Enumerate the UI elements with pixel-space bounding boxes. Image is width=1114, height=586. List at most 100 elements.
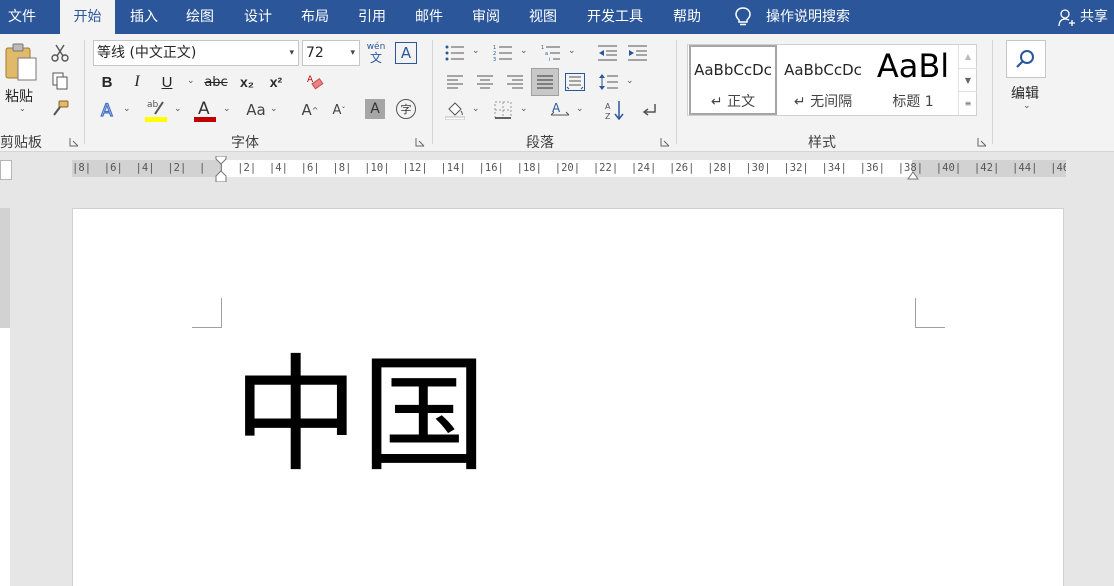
line-spacing-button[interactable] [597,70,621,94]
scroll-down-icon[interactable]: ▼ [959,68,977,91]
tab-selector[interactable] [0,160,12,180]
shrink-font-button[interactable]: Aˇ [328,98,350,122]
font-color-button[interactable]: A [193,96,217,124]
align-left-button[interactable] [443,70,467,94]
bold-button[interactable]: B [96,70,118,94]
font-name-combo[interactable]: 等线 (中文正文) ▾ [93,40,299,66]
document-body-text[interactable]: 中国 [233,341,489,491]
shading-button[interactable] [443,98,467,122]
decrease-indent-button[interactable] [596,42,620,64]
tab-help[interactable]: 帮助 [664,0,710,34]
group-divider [432,40,433,144]
bullets-button[interactable] [443,42,467,64]
text-effects-button[interactable]: A [96,98,120,122]
chevron-down-icon[interactable]: ⌄ [1023,101,1031,111]
chevron-down-icon[interactable]: ⌄ [123,104,131,114]
change-case-button[interactable]: Aa [242,98,270,122]
dialog-launcher-icon[interactable] [415,137,425,147]
tab-layout[interactable]: 布局 [292,0,338,34]
grow-font-button[interactable]: A ^ [299,98,321,122]
chevron-down-icon[interactable]: ⌄ [520,104,528,114]
strikethrough-label: abc [204,74,228,90]
numbering-button[interactable]: 123 [491,42,515,64]
chevron-down-icon[interactable]: ⌄ [174,104,182,114]
right-indent-marker-icon[interactable] [907,168,919,180]
tab-review[interactable]: 审阅 [463,0,509,34]
format-painter-button[interactable] [49,98,71,120]
increase-indent-button[interactable] [626,42,650,64]
chevron-down-icon[interactable]: ⌄ [187,76,195,86]
svg-text:A: A [198,99,210,119]
multilevel-list-button[interactable]: 1ai [539,42,563,64]
align-center-button[interactable] [473,70,497,94]
tab-developer[interactable]: 开发工具 [580,0,650,34]
svg-text:ab: ab [147,100,159,110]
style-sample: AaBl [876,47,950,85]
align-right-button[interactable] [503,70,527,94]
style-heading-1[interactable]: AaBl 标题 1 [869,45,957,115]
borders-button[interactable] [491,98,515,122]
find-button[interactable] [1006,40,1046,78]
document-page[interactable]: 中国 [72,208,1064,586]
chevron-down-icon[interactable]: ⌄ [270,104,278,114]
dialog-launcher-icon[interactable] [977,137,987,147]
sort-button[interactable]: AZ [603,98,627,122]
distributed-button[interactable] [563,70,587,94]
show-marks-button[interactable] [638,98,662,122]
phonetic-guide-button[interactable]: wén 文 [364,40,388,66]
strikethrough-button[interactable]: abc [202,70,230,94]
align-right-icon [507,75,523,89]
underline-button[interactable]: U [156,70,178,94]
style-name: ↵ 正文 [710,94,756,110]
tab-view[interactable]: 视图 [520,0,566,34]
superscript-button[interactable]: x² [264,70,288,94]
chevron-down-icon[interactable]: ⌄ [472,46,480,56]
chevron-down-icon[interactable]: ⌄ [520,46,528,56]
editing-label[interactable]: 编辑 [1011,83,1039,103]
paste-label: 粘贴 [5,89,33,105]
tab-design[interactable]: 设计 [235,0,281,34]
cut-button[interactable] [49,42,71,64]
tab-home[interactable]: 开始 [60,0,115,34]
character-border-button[interactable]: A [395,42,417,64]
chevron-down-icon[interactable]: ⌄ [568,46,576,56]
style-sample: AaBbCcDc [694,61,772,79]
copy-icon [52,72,68,90]
style-no-spacing[interactable]: AaBbCcDc ↵ 无间隔 [779,45,867,115]
chevron-down-icon[interactable]: ⌄ [223,104,231,114]
chevron-down-icon[interactable]: ⌄ [626,76,634,86]
align-center-icon [477,75,493,89]
horizontal-ruler[interactable]: |8| |6| |4| |2| | | |2| |4| |6| |8| |10|… [72,156,1066,182]
tab-file[interactable]: 文件 [0,0,44,34]
character-shading-button[interactable]: A [365,99,385,119]
clear-formatting-button[interactable]: A [304,70,326,94]
style-normal[interactable]: AaBbCcDc ↵ 正文 [689,45,777,115]
multilevel-list-icon: 1ai [541,45,560,62]
chevron-down-icon[interactable]: ⌄ [472,104,480,114]
dialog-launcher-icon[interactable] [69,137,79,147]
chinese-layout-button[interactable]: A [548,98,572,122]
tab-draw[interactable]: 绘图 [177,0,223,34]
subscript-button[interactable]: x₂ [235,70,259,94]
svg-text:1: 1 [541,45,544,51]
style-name: 标题 1 [892,94,934,110]
font-size-combo[interactable]: 72 ▾ [302,40,360,66]
align-left-icon [447,75,463,89]
highlight-color-button[interactable]: ab [144,96,168,124]
dialog-launcher-icon[interactable] [660,137,670,147]
expand-gallery-icon[interactable]: ≡ [959,91,977,114]
enclose-characters-button[interactable]: 字 [396,99,416,119]
paste-button[interactable]: 粘贴 ⌄ [2,42,42,114]
vertical-ruler[interactable] [0,208,10,586]
line-spacing-icon [599,74,618,90]
chevron-down-icon[interactable]: ⌄ [576,104,584,114]
scroll-up-icon[interactable]: ▲ [959,45,977,68]
tab-mailings[interactable]: 邮件 [406,0,452,34]
justify-button[interactable] [531,68,559,96]
tab-references[interactable]: 引用 [349,0,395,34]
indent-marker-icon[interactable] [215,156,227,182]
italic-button[interactable]: I [126,70,148,94]
copy-button[interactable] [49,70,71,92]
tab-insert[interactable]: 插入 [121,0,167,34]
person-add-icon [1058,9,1075,27]
